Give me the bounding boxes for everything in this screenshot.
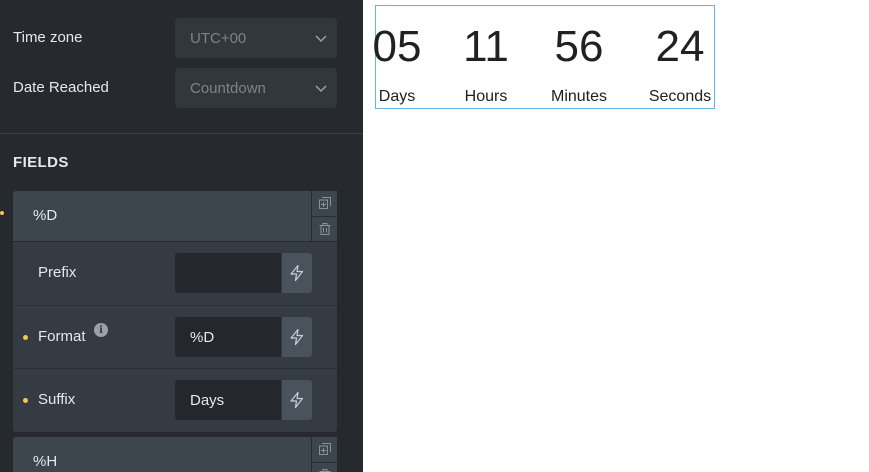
field-item-header[interactable]: %H	[13, 437, 311, 472]
delete-button[interactable]	[312, 463, 337, 472]
countdown-hours-label: Hours	[464, 88, 508, 105]
chevron-down-icon	[315, 85, 327, 93]
countdown-minutes-value: 56	[554, 22, 604, 71]
settings-panel: Time zone UTC+00 Date Reached Countdown …	[0, 0, 363, 472]
countdown-days-label: Days	[378, 88, 416, 105]
date-reached-select-value: Countdown	[190, 79, 266, 97]
trash-icon	[319, 223, 330, 235]
countdown-days-value: 05	[372, 22, 422, 71]
countdown-unit-days: 05 Days	[372, 6, 422, 106]
prefix-label: Prefix	[38, 264, 77, 281]
countdown-unit-hours: 11 Hours	[456, 6, 516, 106]
prefix-dynamic-data-button[interactable]	[282, 253, 312, 293]
prefix-row: Prefix	[13, 242, 337, 305]
delete-button[interactable]	[312, 217, 337, 241]
countdown-hours-value: 11	[463, 22, 509, 71]
duplicate-button[interactable]	[312, 191, 337, 215]
duplicate-icon	[318, 197, 331, 209]
field-item-name: %D	[33, 207, 58, 224]
timezone-label: Time zone	[13, 29, 83, 46]
chevron-down-icon	[315, 35, 327, 43]
field-item-header[interactable]: %D	[13, 191, 311, 241]
field-item-body: Prefix Format i %D Suffix Days	[13, 242, 337, 432]
suffix-label: Suffix	[38, 391, 76, 408]
countdown-unit-seconds: 24 Seconds	[640, 6, 720, 106]
format-row: Format i %D	[13, 306, 337, 369]
lightning-bolt-icon	[290, 392, 304, 408]
format-input[interactable]: %D	[175, 317, 281, 357]
format-label: Format	[38, 328, 86, 345]
timezone-select[interactable]: UTC+00	[175, 18, 337, 58]
countdown-seconds-value: 24	[655, 22, 705, 71]
suffix-changed-dot	[23, 398, 28, 403]
countdown-unit-minutes: 56 Minutes	[541, 6, 617, 106]
format-dynamic-data-button[interactable]	[282, 317, 312, 357]
format-changed-dot	[23, 335, 28, 340]
duplicate-button[interactable]	[312, 437, 337, 461]
fields-section-title: FIELDS	[13, 154, 69, 171]
section-divider	[0, 133, 363, 134]
date-reached-label: Date Reached	[13, 79, 109, 96]
prefix-input[interactable]	[175, 253, 281, 293]
duplicate-icon	[318, 443, 331, 455]
field-item-controls	[312, 191, 337, 241]
lightning-bolt-icon	[290, 329, 304, 345]
suffix-input[interactable]: Days	[175, 380, 281, 420]
countdown-minutes-label: Minutes	[550, 88, 608, 105]
suffix-dynamic-data-button[interactable]	[282, 380, 312, 420]
date-reached-select[interactable]: Countdown	[175, 68, 337, 108]
timezone-select-value: UTC+00	[190, 29, 247, 47]
info-icon[interactable]: i	[94, 323, 108, 337]
countdown-seconds-label: Seconds	[648, 88, 712, 105]
countdown-element[interactable]: 05 Days 11 Hours 56 Minutes 24 Seconds	[372, 5, 715, 109]
field-changed-indicator	[0, 211, 4, 215]
field-item-controls	[312, 437, 337, 472]
field-item-name: %H	[33, 453, 58, 470]
suffix-row: Suffix Days	[13, 369, 337, 432]
lightning-bolt-icon	[290, 265, 304, 281]
